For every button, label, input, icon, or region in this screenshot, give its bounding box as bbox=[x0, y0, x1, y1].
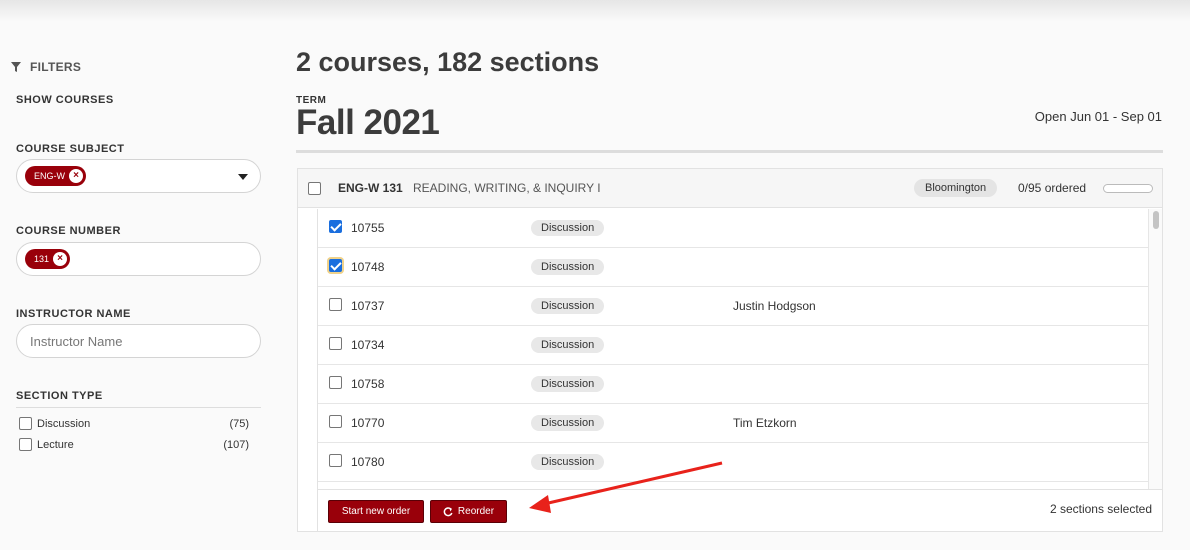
annotation-arrow-icon bbox=[529, 461, 723, 513]
